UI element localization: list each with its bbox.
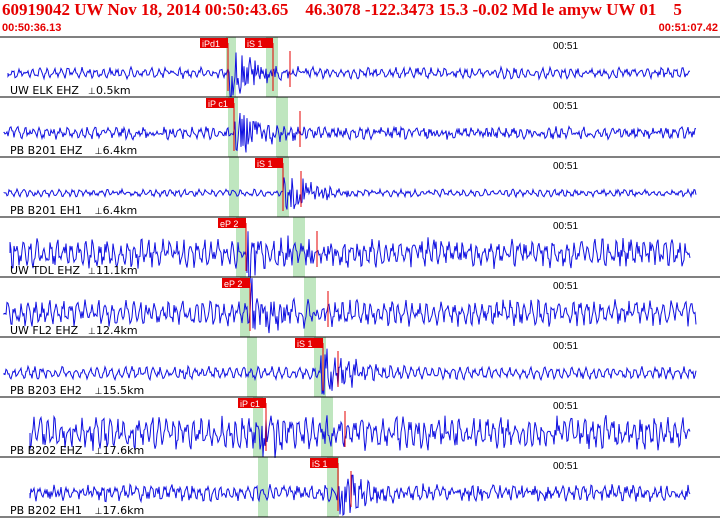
station-label: PB B202 EH1	[10, 504, 82, 517]
station-distance: 6.4km	[103, 204, 138, 217]
pick-label: iS 1	[297, 339, 313, 349]
minute-marker: 00:51	[553, 41, 578, 52]
station-distance: 15.5km	[103, 384, 145, 397]
minute-marker: 00:51	[553, 341, 578, 352]
minute-marker: 00:51	[553, 221, 578, 232]
tick-symbol: ⊥	[95, 207, 103, 217]
station-label: PB B202 EHZ	[10, 444, 83, 457]
p-window	[229, 157, 239, 217]
seismogram-panel[interactable]: 00:51iPd1 iS 1UW ELK EHZ ⊥ 0.5km00:51iP c1P…	[0, 0, 720, 518]
p-window	[258, 457, 268, 517]
tick-symbol: ⊥	[95, 507, 103, 517]
minute-marker: 00:51	[553, 401, 578, 412]
tick-symbol: ⊥	[95, 147, 103, 157]
station-label: UW TDL EHZ	[10, 264, 80, 277]
tick-symbol: ⊥	[88, 267, 96, 277]
station-distance: 6.4km	[103, 144, 138, 157]
minute-marker: 00:51	[553, 101, 578, 112]
pick-label: iS 1	[257, 159, 273, 169]
s-window	[304, 277, 316, 337]
station-label: PB B201 EHZ	[10, 144, 83, 157]
station-label: PB B201 EH1	[10, 204, 82, 217]
station-distance: 17.6km	[103, 444, 145, 457]
station-distance: 11.1km	[96, 264, 138, 277]
pick-label: eP 2	[220, 219, 238, 229]
station-distance: 17.6km	[103, 504, 145, 517]
station-label: PB B203 EH2	[10, 384, 82, 397]
pick-label: iP c1	[208, 99, 228, 109]
station-label: UW ELK EHZ	[10, 84, 79, 97]
p-window	[247, 337, 257, 397]
tick-symbol: ⊥	[88, 87, 96, 97]
s-window	[321, 397, 333, 457]
pick-label: iP c1	[240, 399, 260, 409]
minute-marker: 00:51	[553, 161, 578, 172]
pick-label: iS 1	[312, 459, 328, 469]
station-distance: 12.4km	[96, 324, 138, 337]
pick-label: eP 2	[224, 279, 242, 289]
pick-label: iS 1	[247, 39, 263, 49]
pick-label: iPd1	[202, 39, 220, 49]
station-label: UW FL2 EHZ	[10, 324, 79, 337]
tick-symbol: ⊥	[88, 327, 96, 337]
station-distance: 0.5km	[96, 84, 131, 97]
tick-symbol: ⊥	[95, 447, 103, 457]
tick-symbol: ⊥	[95, 387, 103, 397]
minute-marker: 00:51	[553, 281, 578, 292]
minute-marker: 00:51	[553, 461, 578, 472]
waveform	[9, 231, 691, 287]
